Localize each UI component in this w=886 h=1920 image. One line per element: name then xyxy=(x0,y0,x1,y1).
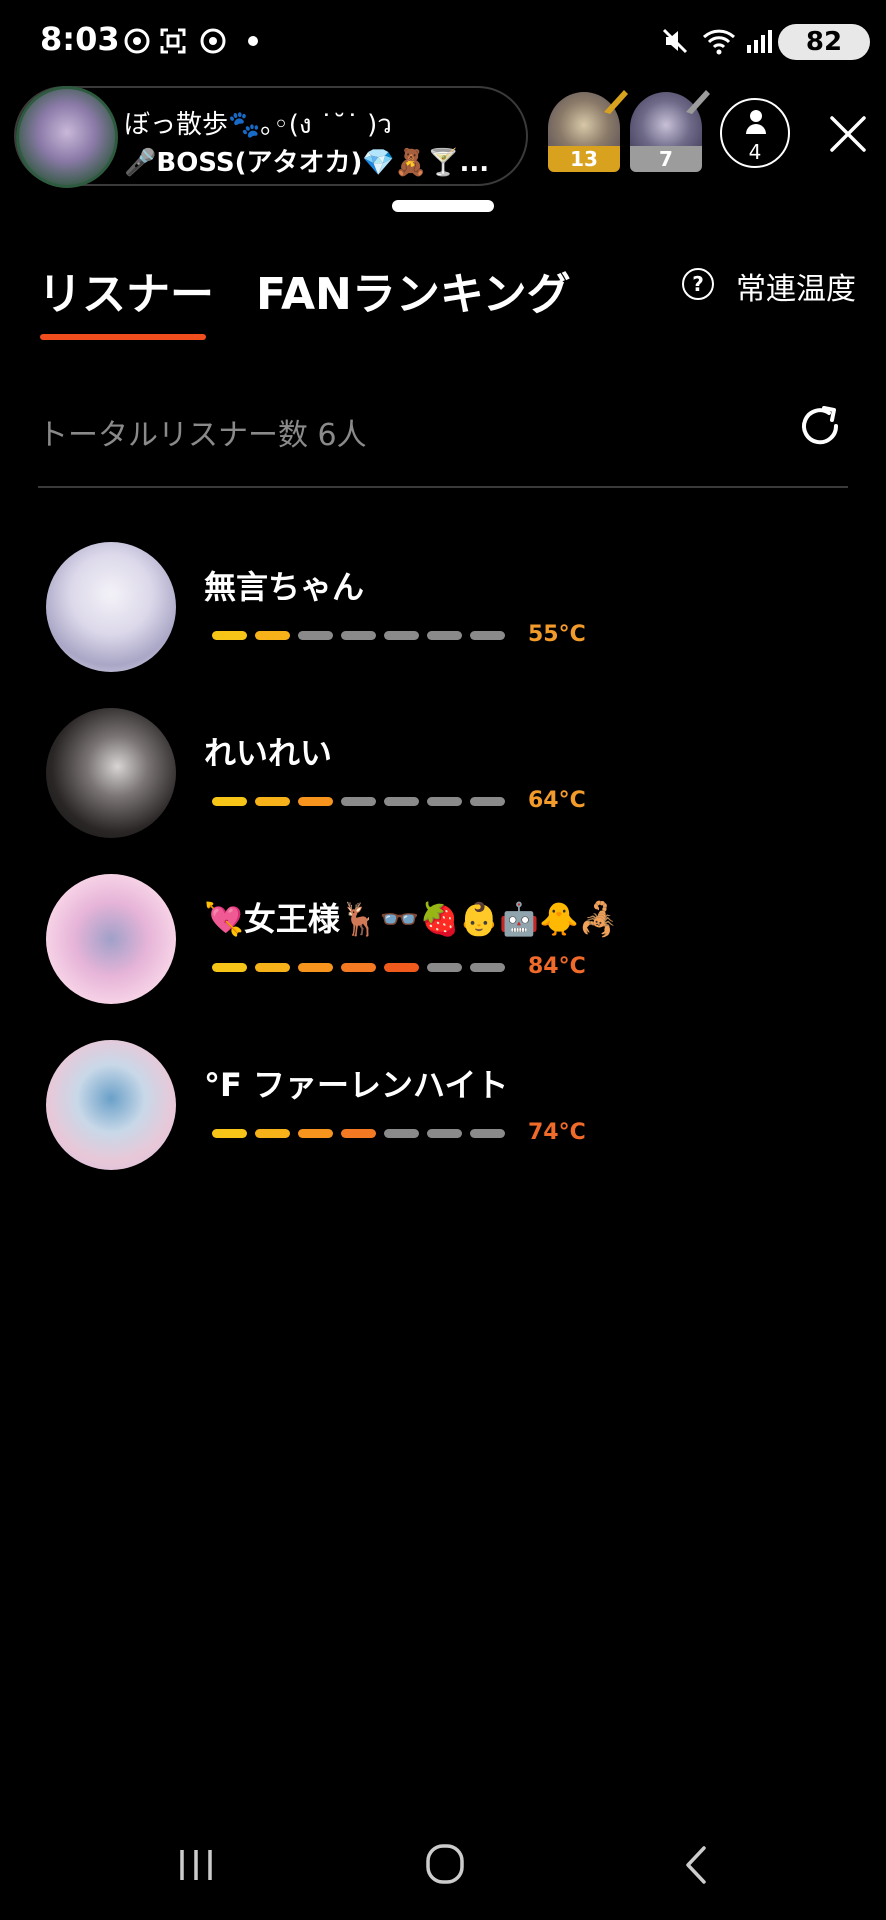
recent-apps-icon[interactable] xyxy=(158,1840,238,1890)
bar-segment xyxy=(384,631,419,640)
status-time: 8:03 xyxy=(40,20,120,58)
bar-segment xyxy=(384,963,419,972)
home-icon[interactable] xyxy=(404,1840,484,1890)
refresh-icon[interactable] xyxy=(796,402,844,450)
bar-segment xyxy=(427,797,462,806)
help-icon[interactable]: ? xyxy=(682,268,714,300)
live-subtitle: 🎤BOSS(アタオカ)💎🧸🍸... xyxy=(124,148,490,178)
bar-segment xyxy=(470,631,505,640)
help-glyph: ? xyxy=(692,272,704,296)
bar-segment xyxy=(298,797,333,806)
listener-name: 💘女王様🦌👓🍓👶🤖🐥🦂 xyxy=(204,900,619,938)
dot-icon xyxy=(238,26,268,56)
chrome-icon xyxy=(198,26,228,56)
listener-row[interactable]: °F ファーレンハイト 74°C xyxy=(0,1040,886,1200)
bar-segment xyxy=(255,963,290,972)
bar-segment xyxy=(384,1129,419,1138)
listener-avatar[interactable] xyxy=(46,542,176,672)
listener-temperature: 74°C xyxy=(528,1120,586,1145)
host-avatar[interactable] xyxy=(16,86,118,188)
listener-avatar[interactable] xyxy=(46,874,176,1004)
bar-segment xyxy=(212,797,247,806)
listener-name: 無言ちゃん xyxy=(204,568,365,606)
bar-segment xyxy=(298,963,333,972)
battery-indicator: 82 xyxy=(778,24,870,60)
bar-segment xyxy=(341,963,376,972)
listener-temperature: 64°C xyxy=(528,788,586,813)
bar-segment xyxy=(427,1129,462,1138)
bar-segment xyxy=(255,797,290,806)
listener-temperature: 84°C xyxy=(528,954,586,979)
listener-row[interactable]: 無言ちゃん 55°C xyxy=(0,542,886,702)
temperature-bar xyxy=(212,963,505,972)
bar-segment xyxy=(427,963,462,972)
bar-segment xyxy=(341,1129,376,1138)
silver-wing-icon xyxy=(682,86,712,116)
listener-count-button[interactable]: 4 xyxy=(720,98,790,168)
sheet-drag-handle[interactable] xyxy=(392,200,494,212)
mute-icon xyxy=(660,26,690,56)
bar-segment xyxy=(255,1129,290,1138)
listener-name: れいれい xyxy=(204,734,333,772)
status-bar: 8:03 82 xyxy=(0,0,886,80)
bar-segment xyxy=(255,631,290,640)
temperature-bar xyxy=(212,797,505,806)
tab-listeners[interactable]: リスナー xyxy=(38,258,214,322)
bar-segment xyxy=(298,1129,333,1138)
bar-segment xyxy=(470,963,505,972)
regular-temperature-link[interactable]: 常連温度 xyxy=(736,264,856,308)
bar-segment xyxy=(384,797,419,806)
bar-segment xyxy=(212,1129,247,1138)
badge-count: 13 xyxy=(548,146,620,172)
listener-row[interactable]: 💘女王様🦌👓🍓👶🤖🐥🦂 84°C xyxy=(0,874,886,1034)
bar-segment xyxy=(470,1129,505,1138)
close-icon[interactable] xyxy=(826,112,870,156)
signal-icon xyxy=(744,26,774,56)
temperature-bar xyxy=(212,631,505,640)
bar-segment xyxy=(470,797,505,806)
badge-count: 7 xyxy=(630,146,702,172)
listener-name: °F ファーレンハイト xyxy=(204,1066,509,1104)
listener-avatar[interactable] xyxy=(46,708,176,838)
bar-segment xyxy=(298,631,333,640)
total-listeners-label: トータルリスナー数 6人 xyxy=(38,418,367,453)
active-tab-indicator xyxy=(40,334,206,340)
temperature-bar xyxy=(212,1129,505,1138)
bar-segment xyxy=(427,631,462,640)
wifi-icon xyxy=(700,26,738,56)
back-icon[interactable] xyxy=(656,1840,736,1890)
bar-segment xyxy=(341,631,376,640)
live-title: ぼっ散歩🐾｡◦(ง ˙˘˙ )ว xyxy=(124,110,392,140)
listener-row[interactable]: れいれい 64°C xyxy=(0,708,886,868)
listener-avatar[interactable] xyxy=(46,1040,176,1170)
screenshot-icon xyxy=(158,26,188,56)
listener-temperature: 55°C xyxy=(528,622,586,647)
chrome-icon xyxy=(122,26,152,56)
person-icon xyxy=(746,110,766,134)
tab-fan-ranking[interactable]: FANランキング xyxy=(256,258,571,322)
bar-segment xyxy=(341,797,376,806)
listener-count: 4 xyxy=(748,140,762,164)
gold-wing-icon xyxy=(600,86,630,116)
bar-segment xyxy=(212,631,247,640)
divider xyxy=(38,486,848,488)
bar-segment xyxy=(212,963,247,972)
battery-level: 82 xyxy=(805,27,843,57)
